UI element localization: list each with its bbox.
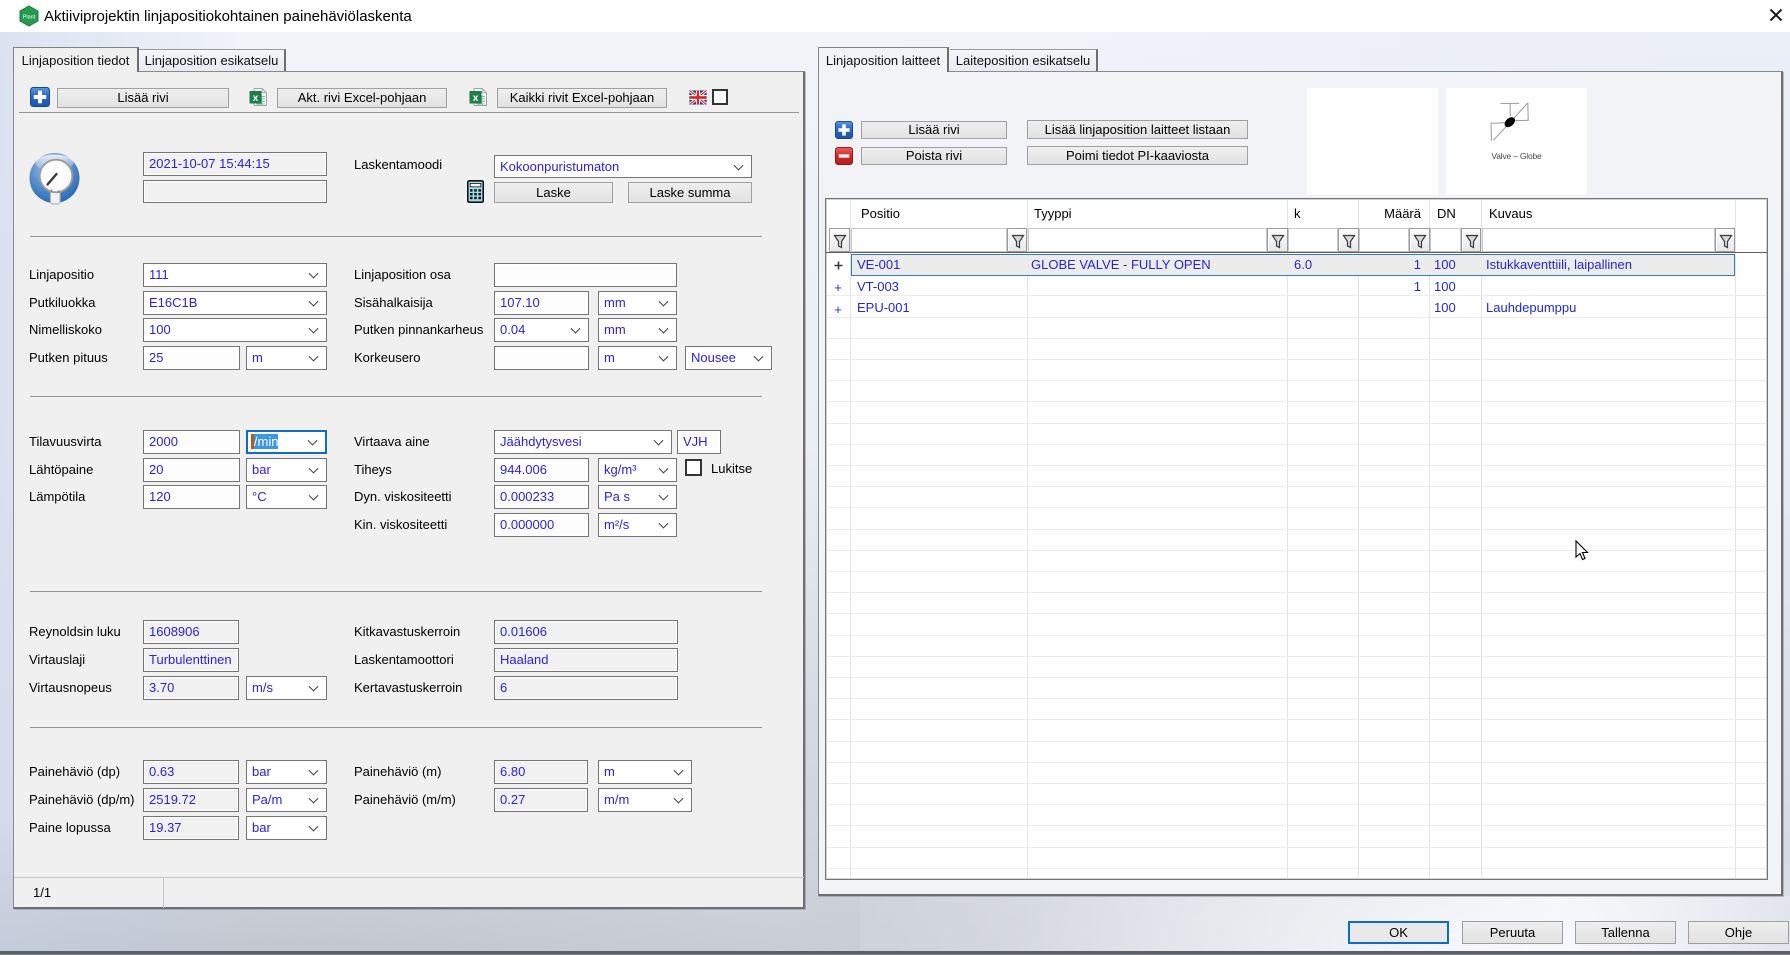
svg-text:x: x: [473, 92, 479, 104]
svg-text:Plant: Plant: [23, 15, 36, 21]
svg-text:x: x: [253, 92, 259, 104]
